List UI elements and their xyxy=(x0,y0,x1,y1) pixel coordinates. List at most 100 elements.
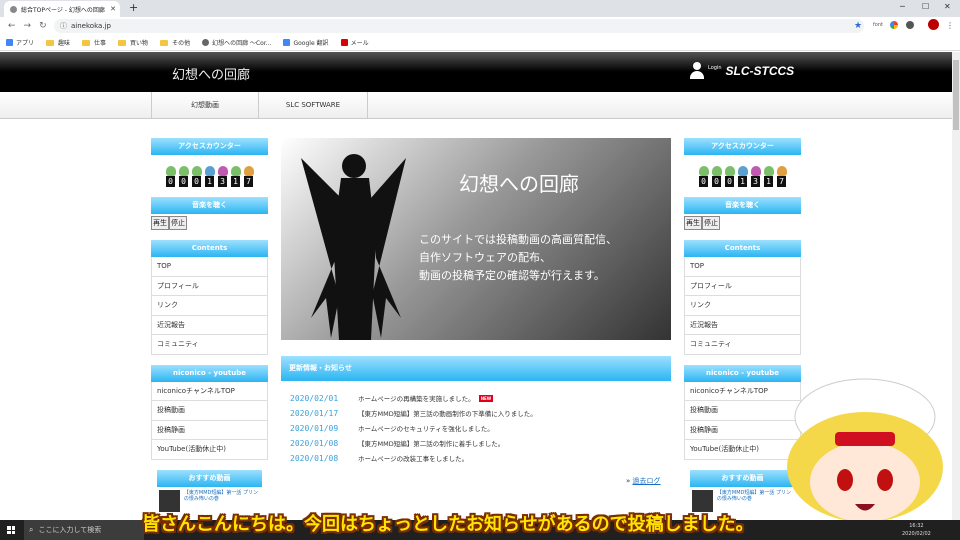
video-links-heading: niconico - youtube xyxy=(151,364,268,382)
browser-menu-icon[interactable]: ⋮ xyxy=(946,21,954,30)
counter-heading: アクセスカウンター xyxy=(684,138,801,155)
bookmark-apps[interactable]: アプリ xyxy=(6,38,34,47)
news-date[interactable]: 2020/01/08 xyxy=(290,454,358,463)
back-icon[interactable]: ← xyxy=(8,21,16,31)
taskbar-clock[interactable]: 16:32 2020/02/02 xyxy=(902,522,931,538)
menu-item-niconico-channel[interactable]: niconicoチャンネルTOP xyxy=(151,381,268,401)
past-log-link[interactable]: 過去ログ xyxy=(633,477,661,485)
menu-item-news[interactable]: 近況報告 xyxy=(151,315,268,335)
menu-item-posted-images[interactable]: 投稿静画 xyxy=(151,420,268,440)
hero-description-line: 動画の投稿予定の確認等が行えます。 xyxy=(419,269,605,282)
menu-item-links[interactable]: リンク xyxy=(151,296,268,316)
menu-item-news[interactable]: 近況報告 xyxy=(684,315,801,335)
contents-heading: Contents xyxy=(684,240,801,257)
menu-item-profile[interactable]: プロフィール xyxy=(684,276,801,296)
url-field[interactable]: ⓘ ainekoka.jp xyxy=(54,19,864,33)
browser-tab-bar: 総合TOPページ - 幻想への回廊 ✕ + ─ ☐ ✕ xyxy=(0,0,960,17)
news-text: ホームページのセキュリティを強化しました。 xyxy=(358,425,494,433)
login-label[interactable]: Login xyxy=(708,65,722,71)
contents-heading: Contents xyxy=(151,240,268,257)
login-area[interactable]: Login SLC-STCCS xyxy=(690,62,794,79)
counter-digit: 0 xyxy=(192,176,201,187)
menu-item-community[interactable]: コミュニティ xyxy=(151,335,268,355)
bookmark-mail[interactable]: メール xyxy=(340,38,369,47)
bookmark-translate[interactable]: Google 翻訳 xyxy=(283,38,329,47)
star-icon[interactable]: ★ xyxy=(854,21,862,31)
past-log: » 過去ログ xyxy=(626,476,661,486)
news-date[interactable]: 2020/01/09 xyxy=(290,424,358,433)
counter-digit: 0 xyxy=(179,176,188,187)
music-heading: 音楽を聴く xyxy=(151,197,268,214)
minimize-icon[interactable]: ─ xyxy=(900,2,905,11)
menu-item-posted-videos[interactable]: 投稿動画 xyxy=(151,401,268,421)
counter-digit: 0 xyxy=(699,176,708,187)
window-close-icon[interactable]: ✕ xyxy=(944,2,951,11)
bookmark-hobby[interactable]: 趣味 xyxy=(46,38,70,47)
bookmark-other[interactable]: その他 xyxy=(160,38,190,47)
extension-label[interactable]: font xyxy=(873,22,883,28)
music-controls: 再生 停止 xyxy=(684,214,801,240)
forward-icon[interactable]: → xyxy=(24,21,32,31)
url-text: ainekoka.jp xyxy=(71,22,111,30)
hero-banner: 幻想への回廊 このサイトでは投稿動画の高画質配信、 自作ソフトウェアの配布、 動… xyxy=(281,138,671,340)
left-sidebar: アクセスカウンター 0 0 0 1 3 1 7 音楽を聴く 再生 停止 Conte… xyxy=(151,138,268,515)
news-date[interactable]: 2020/01/08 xyxy=(290,439,358,448)
news-date[interactable]: 2020/02/01 xyxy=(290,394,358,403)
bookmark-work[interactable]: 仕事 xyxy=(82,38,106,47)
recommend-thumbnail[interactable] xyxy=(692,489,713,512)
stop-button[interactable]: 停止 xyxy=(169,216,187,230)
taskbar-search-placeholder: ここに入力して検索 xyxy=(38,526,102,534)
menu-item-community[interactable]: コミュニティ xyxy=(684,335,801,355)
hero-title: 幻想への回廊 xyxy=(459,172,579,196)
taskbar-search-input[interactable]: ⌕ ここに入力して検索 xyxy=(24,520,144,540)
web-page: 幻想への回廊 Login SLC-STCCS 幻想動画 SLC SOFTWARE… xyxy=(0,52,952,520)
menu-item-top[interactable]: TOP xyxy=(684,257,801,277)
play-button[interactable]: 再生 xyxy=(684,216,702,230)
scrollbar-thumb[interactable] xyxy=(953,60,959,130)
browser-tab[interactable]: 総合TOPページ - 幻想への回廊 ✕ xyxy=(4,1,120,17)
site-favicon-icon xyxy=(202,39,210,46)
recommend-heading: おすすめ動画 xyxy=(157,469,262,487)
counter-digit: 1 xyxy=(231,176,240,187)
past-log-arrow: » xyxy=(626,477,631,485)
reload-icon[interactable]: ↻ xyxy=(39,21,47,31)
maximize-icon[interactable]: ☐ xyxy=(922,2,929,11)
site-title[interactable]: 幻想への回廊 xyxy=(172,64,250,83)
winged-silhouette-image xyxy=(301,154,406,340)
yahoo-icon xyxy=(340,39,348,46)
extension-color-icon[interactable] xyxy=(890,21,898,29)
counter-digit: 1 xyxy=(205,176,214,187)
play-button[interactable]: 再生 xyxy=(151,216,169,230)
stop-button[interactable]: 停止 xyxy=(702,216,720,230)
hero-description-line: このサイトでは投稿動画の高画質配信、 xyxy=(419,233,617,246)
tab-close-icon[interactable]: ✕ xyxy=(110,5,116,13)
counter-digit: 3 xyxy=(751,176,760,187)
apps-grid-icon xyxy=(6,39,13,46)
hero-description-line: 自作ソフトウェアの配布、 xyxy=(419,251,551,264)
google-translate-icon xyxy=(283,39,291,46)
nav-item-videos[interactable]: 幻想動画 xyxy=(151,92,258,118)
bookmark-shopping[interactable]: 買い物 xyxy=(118,38,148,47)
login-username[interactable]: SLC-STCCS xyxy=(726,64,795,78)
menu-item-profile[interactable]: プロフィール xyxy=(151,276,268,296)
extension-mic-icon[interactable] xyxy=(906,21,914,29)
counter-digit: 3 xyxy=(218,176,227,187)
news-date[interactable]: 2020/01/17 xyxy=(290,409,358,418)
folder-icon xyxy=(160,39,169,46)
bookmark-site[interactable]: 幻想への回廊 〜Cor... xyxy=(202,38,271,47)
profile-avatar[interactable] xyxy=(928,19,939,30)
user-icon[interactable] xyxy=(690,62,704,79)
yukkuri-character-image xyxy=(787,378,943,520)
windows-logo-icon[interactable] xyxy=(7,526,15,534)
recommend-thumbnail[interactable] xyxy=(159,489,180,512)
new-tab-button[interactable]: + xyxy=(129,2,138,14)
menu-item-links[interactable]: リンク xyxy=(684,296,801,316)
access-counter: 0 0 0 1 3 1 7 xyxy=(684,155,801,191)
recommend-title[interactable]: 【東方MMD短編】第一話 プリンの恨み怖いの巻 xyxy=(184,490,260,512)
music-heading: 音楽を聴く xyxy=(684,197,801,214)
nav-item-software[interactable]: SLC SOFTWARE xyxy=(258,92,368,118)
menu-item-top[interactable]: TOP xyxy=(151,257,268,277)
menu-item-youtube[interactable]: YouTube(活動休止中) xyxy=(151,440,268,460)
clock-time: 16:32 xyxy=(909,523,924,529)
video-subtitle: 皆さんこんにちは。今回はちょっとしたお知らせがあるので投稿しました。 xyxy=(142,514,754,535)
